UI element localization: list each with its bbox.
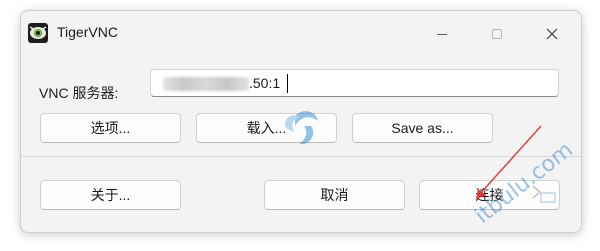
vnc-server-input[interactable]: .50:1 [150,69,559,97]
text-cursor [287,74,288,93]
close-button[interactable] [524,11,579,56]
separator [21,156,581,157]
cancel-button[interactable]: 取消 [264,180,405,210]
title-bar[interactable]: TigerVNC [21,11,581,56]
maximize-icon [491,28,502,39]
redacted-ip-blur [163,77,249,91]
minimize-icon [436,33,447,35]
maximize-button[interactable] [469,11,524,56]
minimize-button[interactable] [414,11,469,56]
about-button[interactable]: 关于... [40,180,181,210]
close-icon [546,28,557,39]
vnc-server-value: .50:1 [249,75,281,91]
options-button[interactable]: 选项... [40,113,181,143]
save-as-button[interactable]: Save as... [352,113,493,143]
vnc-server-label: VNC 服务器: [39,85,119,101]
window-title: TigerVNC [57,24,118,40]
tigervnc-logo-icon [28,23,48,43]
load-button[interactable]: 载入... [196,113,337,143]
